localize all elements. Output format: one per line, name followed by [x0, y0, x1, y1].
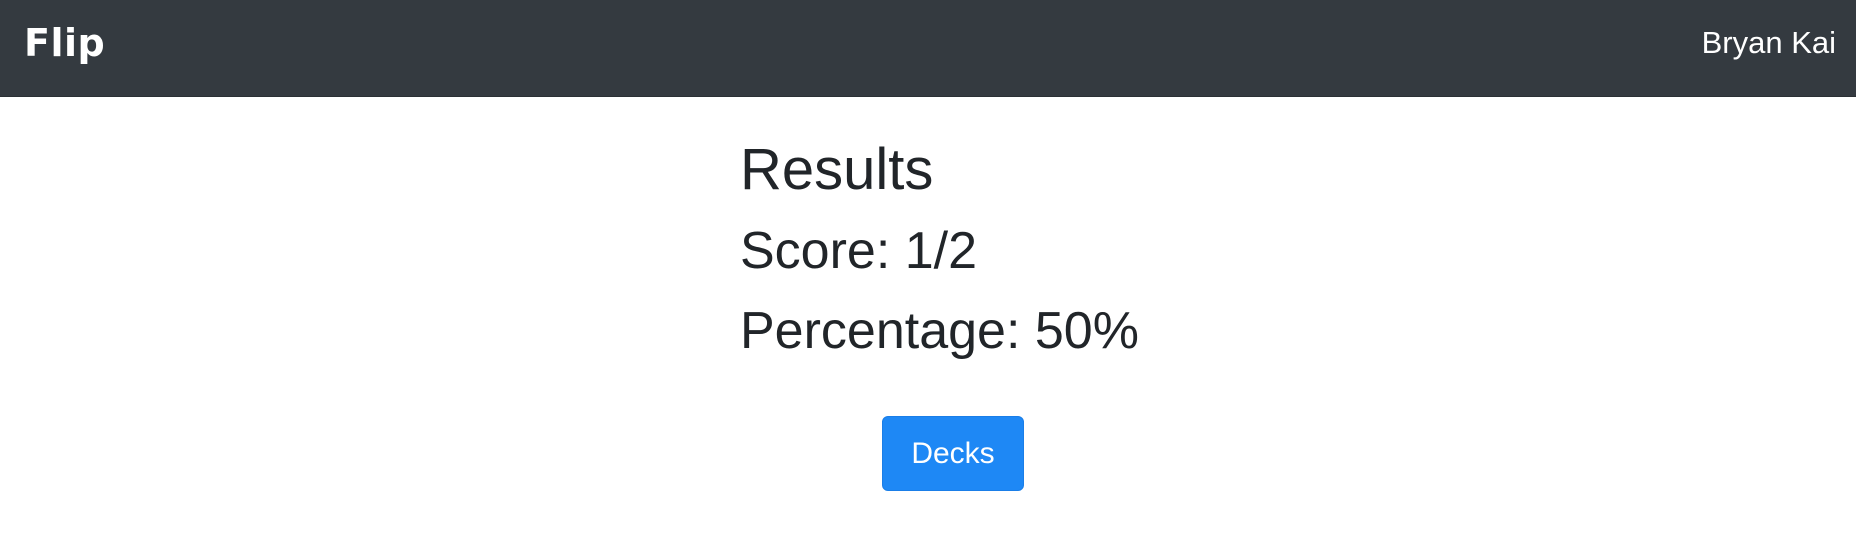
page-title: Results — [740, 137, 934, 202]
percentage-label: Percentage: — [740, 302, 1021, 360]
results-panel: Results Score: 1/2 Percentage: 50% — [740, 135, 1160, 363]
score-line: Score: 1/2 — [740, 219, 1160, 283]
decks-button[interactable]: Decks — [882, 416, 1024, 491]
score-label: Score: — [740, 222, 891, 280]
percentage-line: Percentage: 50% — [740, 299, 1160, 363]
top-navbar: Flip Bryan Kai — [0, 0, 1856, 97]
percentage-value: 50% — [1034, 302, 1139, 360]
score-value: 1/2 — [904, 222, 978, 280]
user-name-link[interactable]: Bryan Kai — [1702, 22, 1836, 64]
brand-logo-link[interactable]: Flip — [24, 18, 105, 68]
